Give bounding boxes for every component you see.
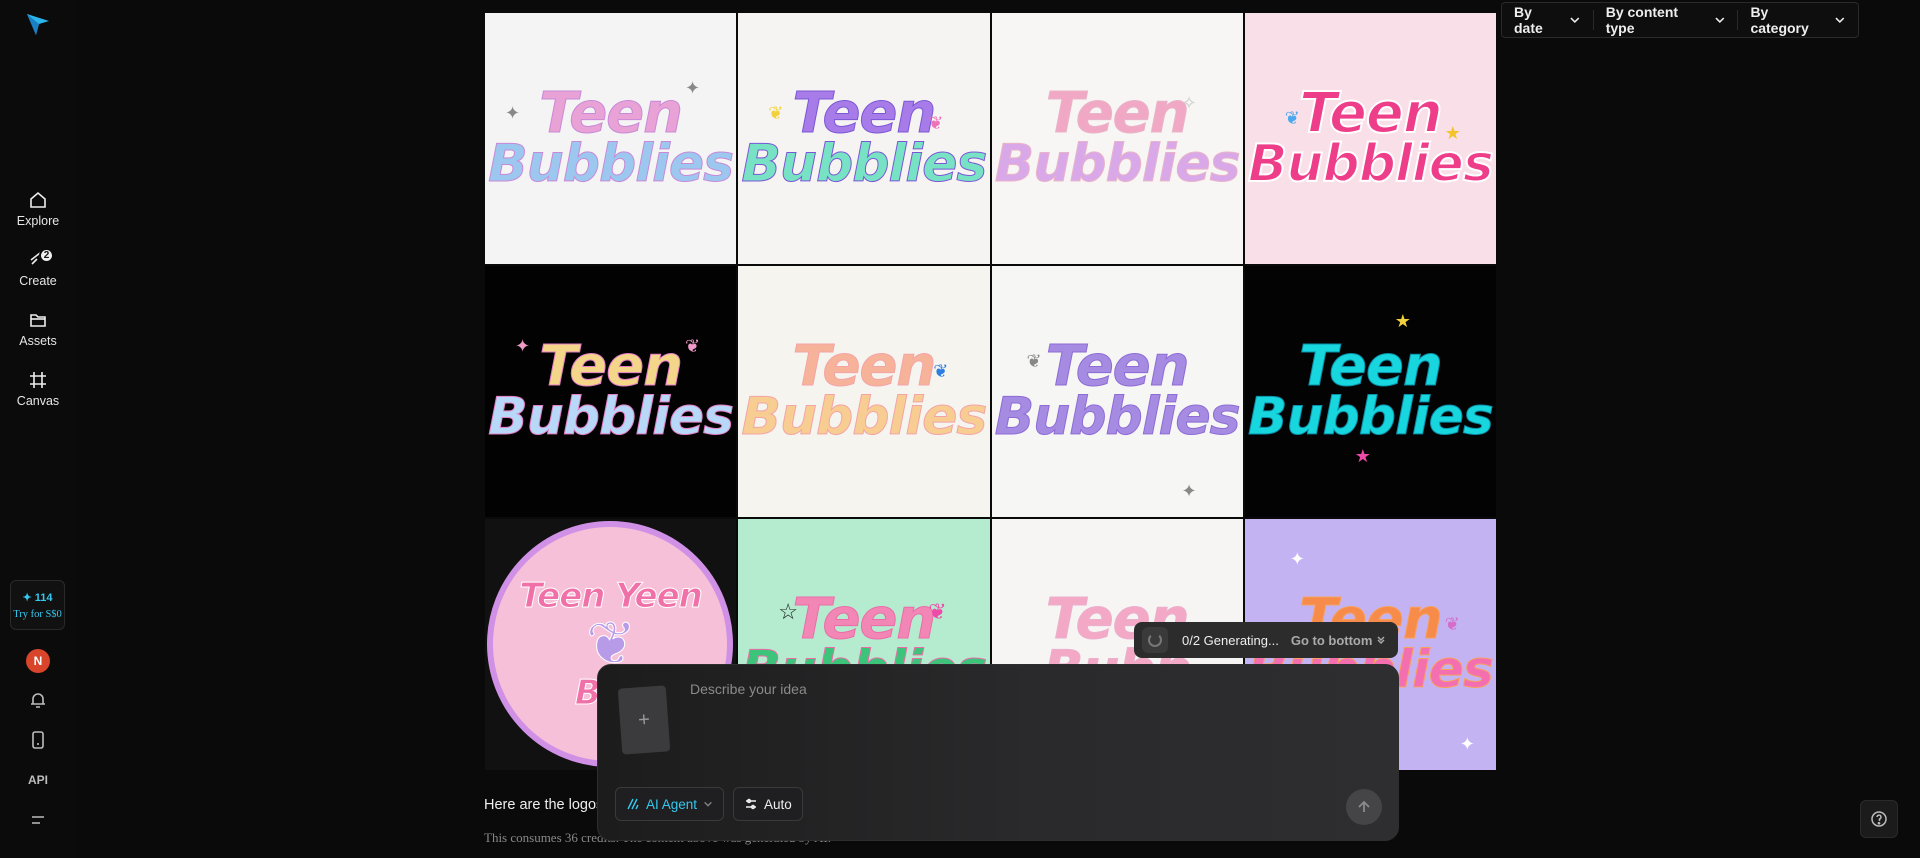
ai-agent-dropdown[interactable]: AI Agent <box>615 787 725 821</box>
star-icon: ★ <box>1354 446 1371 466</box>
butterfly-icon: ❦ <box>933 361 949 381</box>
nav-assets-label: Assets <box>19 334 57 348</box>
go-to-bottom-button[interactable]: Go to bottom <box>1291 633 1387 648</box>
logo-artwork: Teen Bubblies <box>488 81 735 195</box>
filter-by-date[interactable]: By date <box>1502 3 1593 37</box>
nav-assets[interactable]: Assets <box>0 310 76 348</box>
butterfly-icon: ❦ <box>928 599 947 624</box>
credits-try-link[interactable]: Try for S$0 <box>13 609 62 620</box>
go-to-bottom-label: Go to bottom <box>1290 632 1373 648</box>
mobile-icon[interactable] <box>28 730 48 750</box>
bell-icon[interactable] <box>28 690 48 710</box>
butterfly-icon: ❦ <box>1284 108 1300 128</box>
assistant-message: Here are the logos <box>484 797 604 813</box>
sparkle-icon: ✦ <box>1459 734 1475 754</box>
auto-label: Auto <box>764 796 792 812</box>
spinner-icon <box>1142 627 1168 653</box>
nav-canvas-label: Canvas <box>16 394 60 408</box>
prompt-box: + AI Agent Auto <box>597 664 1399 841</box>
generating-text: 0/2 Generating... <box>1182 632 1279 648</box>
gallery-image[interactable]: Teen Bubblies ❦ ✦ <box>991 266 1243 517</box>
prompt-input[interactable] <box>690 681 1370 771</box>
sparkle-icon: ✦ <box>1289 549 1305 569</box>
help-icon <box>1871 811 1887 827</box>
butterfly-icon: ❦ <box>1444 614 1460 634</box>
auto-settings-button[interactable]: Auto <box>733 787 803 821</box>
folder-icon <box>30 314 46 327</box>
sliders-icon <box>746 798 756 810</box>
nav-explore-label: Explore <box>16 214 60 228</box>
nav-create[interactable]: 2 Create <box>0 248 76 288</box>
chevron-down-icon <box>1570 17 1580 24</box>
sparkle-icon: ✦ <box>505 103 521 123</box>
sidebar: Explore 2 Create Assets Canvas ✦ 114 Try… <box>0 0 76 858</box>
sparkle-icon: ✧ <box>1181 93 1197 113</box>
filter-by-category[interactable]: By category <box>1738 3 1858 37</box>
gallery-image[interactable]: Teen Bubblies ✦ ✦ <box>485 13 737 264</box>
gallery-image[interactable]: Teen Bubblies ★ ★ <box>1244 266 1496 517</box>
home-icon <box>30 191 46 208</box>
nav-explore[interactable]: Explore <box>0 190 76 228</box>
arrow-up-icon <box>1358 800 1370 812</box>
gallery-image[interactable]: Teen Bubblies ✧ <box>991 13 1243 264</box>
butterfly-icon: ❦ <box>928 113 944 133</box>
avatar[interactable]: N <box>26 649 50 673</box>
gallery-image[interactable]: Teen Bubblies ✦ ❦ <box>485 266 737 517</box>
credits-box[interactable]: ✦ 114 Try for S$0 <box>10 580 65 630</box>
logo-artwork: Teen Bubblies <box>1247 334 1494 448</box>
chevron-down-icon <box>1715 17 1725 24</box>
credits-count: ✦ 114 <box>22 591 53 604</box>
api-link[interactable]: API <box>0 773 76 787</box>
star-icon: ☆ <box>778 599 798 624</box>
add-reference-button[interactable]: + <box>617 685 671 755</box>
gallery-image[interactable]: Teen Bubblies ❦ <box>738 266 990 517</box>
canvas-icon <box>30 372 46 388</box>
chevron-down-icon <box>1835 17 1845 24</box>
gallery-image[interactable]: Teen Bubblies ❦ ❦ <box>738 13 990 264</box>
help-button[interactable] <box>1860 800 1898 838</box>
butterfly-icon: ❦ <box>1026 351 1042 371</box>
agent-icon <box>627 798 639 810</box>
generating-status: 0/2 Generating... Go to bottom <box>1134 622 1398 658</box>
send-button[interactable] <box>1346 789 1382 825</box>
filter-by-content-type-label: By content type <box>1605 4 1679 36</box>
nav-create-label: Create <box>19 274 57 288</box>
menu-icon[interactable] <box>28 810 48 830</box>
butterfly-icon: ❦ <box>768 103 784 123</box>
create-badge: 2 <box>39 248 54 263</box>
sparkle-icon: ✦ <box>685 78 701 98</box>
filter-by-date-label: By date <box>1514 4 1543 36</box>
butterfly-icon: ❦ <box>685 336 701 356</box>
double-chevron-down-icon <box>1377 636 1385 644</box>
logo-artwork: Teen Bubblies <box>741 334 988 448</box>
filter-bar: By date By content type By category <box>1501 2 1859 38</box>
gallery-image[interactable]: Teen Bubblies ❦ ★ <box>1244 13 1496 264</box>
sparkle-icon: ✦ <box>515 336 531 356</box>
logo-artwork: Teen Bubblies <box>994 81 1241 195</box>
nav-canvas[interactable]: Canvas <box>0 370 76 408</box>
filter-by-category-label: By category <box>1750 4 1809 36</box>
app-logo-icon[interactable] <box>24 10 52 38</box>
star-icon: ★ <box>1444 123 1461 143</box>
sparkle-icon: ✦ <box>1181 481 1197 501</box>
star-icon: ★ <box>1394 311 1411 331</box>
filter-by-content-type[interactable]: By content type <box>1594 3 1738 37</box>
chevron-down-icon <box>704 801 712 807</box>
ai-agent-label: AI Agent <box>646 796 698 812</box>
